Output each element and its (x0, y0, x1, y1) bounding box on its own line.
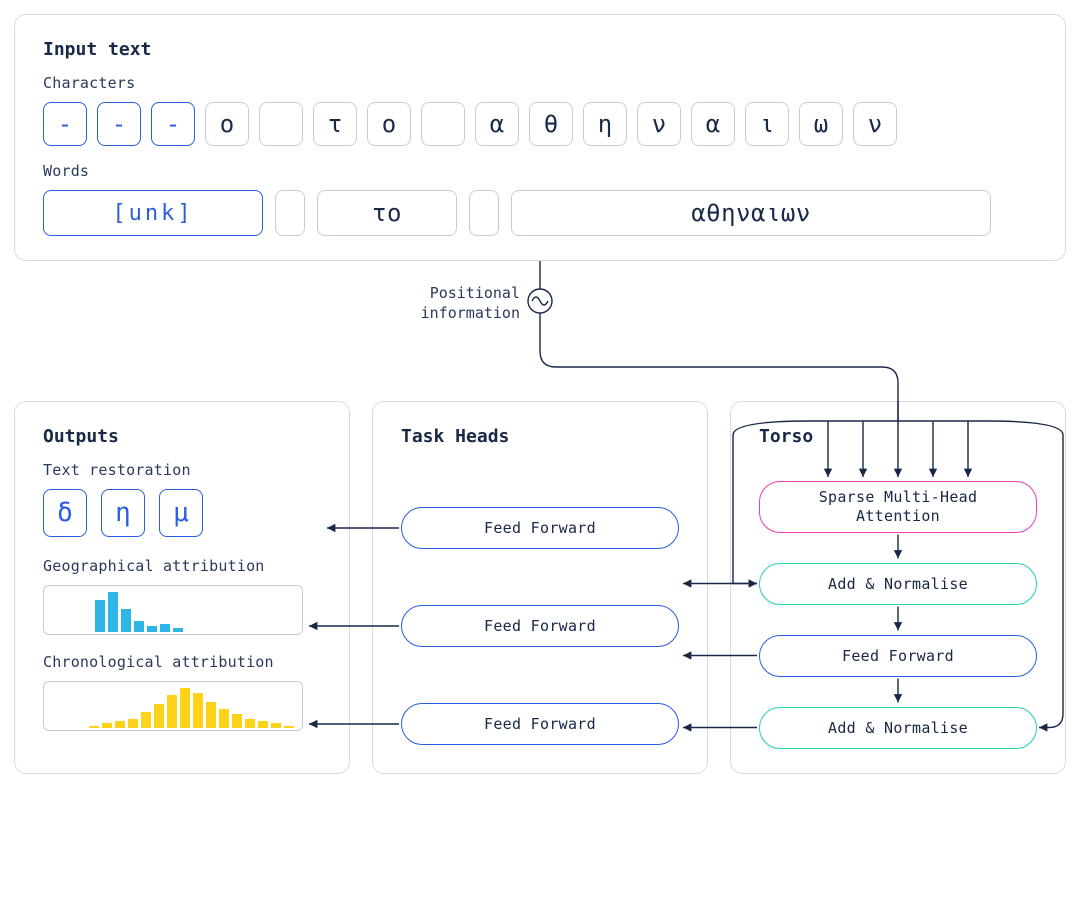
torso-block-1: Add & Normalise (759, 563, 1037, 605)
torso-block-3: Add & Normalise (759, 707, 1037, 749)
bar (258, 721, 268, 728)
bar (121, 609, 131, 632)
bar (219, 709, 229, 728)
char-box-0: - (43, 102, 87, 146)
chron-attribution-label: Chronological attribution (43, 653, 321, 671)
task-head-1: Feed Forward (401, 605, 679, 647)
char-box-4 (259, 102, 303, 146)
char-box-15: ν (853, 102, 897, 146)
text-restoration-label: Text restoration (43, 461, 321, 479)
char-box-9: θ (529, 102, 573, 146)
chron-attribution-chart (43, 681, 303, 731)
bar (245, 719, 255, 728)
bar (160, 624, 170, 632)
char-box-2: - (151, 102, 195, 146)
words-label: Words (43, 162, 1037, 180)
restored-char-0: δ (43, 489, 87, 537)
task-heads-panel: Task Heads Feed ForwardFeed ForwardFeed … (372, 401, 708, 774)
outputs-title: Outputs (43, 426, 321, 447)
task-head-0: Feed Forward (401, 507, 679, 549)
lower-row: Outputs Text restoration δημ Geographica… (14, 401, 1066, 774)
char-box-14: ω (799, 102, 843, 146)
task-heads-title: Task Heads (401, 426, 679, 447)
torso-title: Torso (759, 426, 1037, 447)
torso-block-2: Feed Forward (759, 635, 1037, 677)
bar (206, 702, 216, 728)
task-head-2: Feed Forward (401, 703, 679, 745)
restored-char-2: μ (159, 489, 203, 537)
char-box-13: ι (745, 102, 789, 146)
geo-attribution-chart (43, 585, 303, 635)
torso-panel: Torso Sparse Multi-HeadAttention Add & No… (730, 401, 1066, 774)
bar (173, 628, 183, 632)
bar (180, 688, 190, 728)
char-box-5: τ (313, 102, 357, 146)
torso-block-0: Sparse Multi-HeadAttention (759, 481, 1037, 533)
input-text-title: Input text (43, 39, 1037, 60)
bar (134, 621, 144, 632)
geo-attribution-label: Geographical attribution (43, 557, 321, 575)
input-text-panel: Input text Characters ---οτοαθηναιων Wor… (14, 14, 1066, 261)
char-box-12: α (691, 102, 735, 146)
characters-row: ---οτοαθηναιων (43, 102, 1037, 146)
bar (167, 695, 177, 728)
word-box-4: αθηναιων (511, 190, 991, 236)
bar (147, 626, 157, 632)
restored-char-1: η (101, 489, 145, 537)
task-heads-list: Feed Forward Feed Forward Feed Forward (401, 507, 679, 745)
char-box-1: - (97, 102, 141, 146)
words-row: [unk] το αθηναιων (43, 190, 1037, 236)
text-restoration-chars: δημ (43, 489, 321, 537)
bar (128, 719, 138, 728)
word-box-1 (275, 190, 305, 236)
bar (193, 693, 203, 728)
bar (141, 712, 151, 728)
bar (154, 704, 164, 728)
word-box-2: το (317, 190, 457, 236)
outputs-panel: Outputs Text restoration δημ Geographica… (14, 401, 350, 774)
bar (232, 714, 242, 728)
char-box-6: ο (367, 102, 411, 146)
char-box-8: α (475, 102, 519, 146)
bar (95, 600, 105, 632)
bar (284, 726, 294, 728)
char-box-11: ν (637, 102, 681, 146)
char-box-3: ο (205, 102, 249, 146)
char-box-10: η (583, 102, 627, 146)
bar (89, 726, 99, 728)
char-box-7 (421, 102, 465, 146)
bar (271, 723, 281, 728)
characters-label: Characters (43, 74, 1037, 92)
bar (115, 721, 125, 728)
bar (102, 723, 112, 728)
bar (108, 592, 118, 632)
positional-info-label: Positionalinformation (360, 283, 520, 324)
word-box-0: [unk] (43, 190, 263, 236)
word-box-3 (469, 190, 499, 236)
torso-list: Sparse Multi-HeadAttention Add & Normalis… (759, 481, 1037, 749)
